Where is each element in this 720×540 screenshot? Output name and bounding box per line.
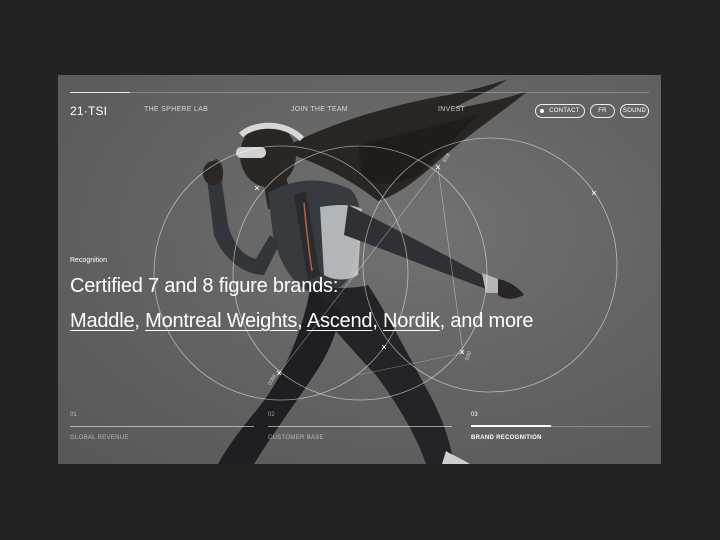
brand-separator: , [134,310,146,332]
tab-global-revenue[interactable]: GLOBAL REVENUE [70,435,129,441]
header-progress-line [70,92,130,93]
tab-number: 01 [70,412,77,418]
brand-list-tail: , and more [439,310,534,332]
brand-link-montreal-weights[interactable]: Montreal Weights [145,310,297,332]
headline: Certified 7 and 8 figure brands: [70,275,339,297]
brand-link-ascend[interactable]: Ascend [307,310,373,332]
nav-link-sphere-lab[interactable]: THE SPHERE LAB [144,106,208,113]
tab-indicator [268,426,452,427]
tab-brand-recognition[interactable]: BRAND RECOGNITION [471,435,542,441]
contact-label: CONTACT [549,108,580,114]
dot-icon [540,109,545,113]
brand-link-nordik[interactable]: Nordik [383,310,440,332]
sound-label: SOUND [622,108,647,114]
tab-number: 02 [268,412,275,418]
section-eyebrow: Recognition [70,257,107,264]
circles-diagram [153,137,618,401]
tab-customer-base[interactable]: CUSTOMER BASE [268,435,324,441]
header-divider [130,92,649,93]
language-button[interactable]: FR [590,104,615,118]
logo[interactable]: 21·TSI [70,104,107,118]
tab-progress [471,425,551,427]
nav-link-join-team[interactable]: JOIN THE TEAM [291,106,348,113]
hero-frame: EE8 SS0 0068 21·TSI THE SPHERE LAB JOIN … [58,75,661,464]
tab-indicator [70,426,254,427]
tab-number: 03 [471,412,478,418]
brand-separator: , [372,310,384,332]
contact-button[interactable]: CONTACT [535,104,585,118]
language-label: FR [598,108,607,114]
brand-link-maddle[interactable]: Maddle [70,310,135,332]
brand-list: Maddle, Montreal Weights, Ascend, Nordik… [70,310,533,333]
nav-link-invest[interactable]: INVEST [438,106,465,113]
sound-button[interactable]: SOUND [620,104,649,118]
brand-separator: , [297,310,307,332]
